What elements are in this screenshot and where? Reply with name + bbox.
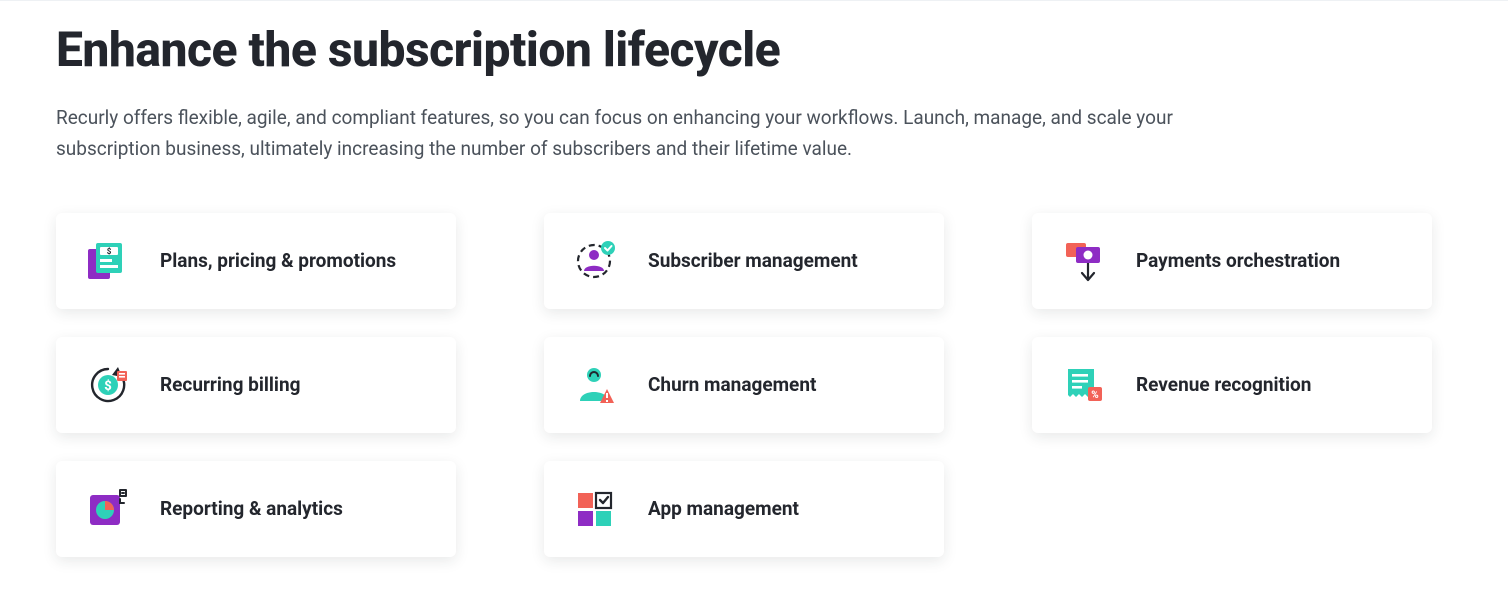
svg-text:%: % <box>1091 390 1098 401</box>
card-label: Reporting & analytics <box>160 497 343 520</box>
card-app-management[interactable]: App management <box>544 461 944 557</box>
card-subscriber-management[interactable]: Subscriber management <box>544 213 944 309</box>
app-management-icon <box>568 481 624 537</box>
card-churn-management[interactable]: Churn management <box>544 337 944 433</box>
card-label: App management <box>648 497 799 520</box>
card-label: Plans, pricing & promotions <box>160 249 396 272</box>
reporting-analytics-icon <box>80 481 136 537</box>
card-recurring-billing[interactable]: $ Recurring billing <box>56 337 456 433</box>
card-payments-orchestration[interactable]: Payments orchestration <box>1032 213 1432 309</box>
section-title: Enhance the subscription lifecycle <box>56 21 1452 78</box>
feature-cards-grid: $ Plans, pricing & promotions Subscriber… <box>56 213 1452 557</box>
svg-text:$: $ <box>104 379 112 394</box>
subscriber-management-icon <box>568 233 624 289</box>
card-plans-pricing-promotions[interactable]: $ Plans, pricing & promotions <box>56 213 456 309</box>
section-description: Recurly offers flexible, agile, and comp… <box>56 102 1236 165</box>
svg-text:$: $ <box>107 247 112 256</box>
card-label: Recurring billing <box>160 373 300 396</box>
plans-pricing-icon: $ <box>80 233 136 289</box>
recurring-billing-icon: $ <box>80 357 136 413</box>
payments-orchestration-icon <box>1056 233 1112 289</box>
revenue-recognition-icon: % <box>1056 357 1112 413</box>
card-label: Subscriber management <box>648 249 858 272</box>
churn-management-icon <box>568 357 624 413</box>
card-label: Payments orchestration <box>1136 249 1340 272</box>
card-reporting-analytics[interactable]: Reporting & analytics <box>56 461 456 557</box>
card-label: Revenue recognition <box>1136 373 1311 396</box>
card-label: Churn management <box>648 373 816 396</box>
card-revenue-recognition[interactable]: % Revenue recognition <box>1032 337 1432 433</box>
